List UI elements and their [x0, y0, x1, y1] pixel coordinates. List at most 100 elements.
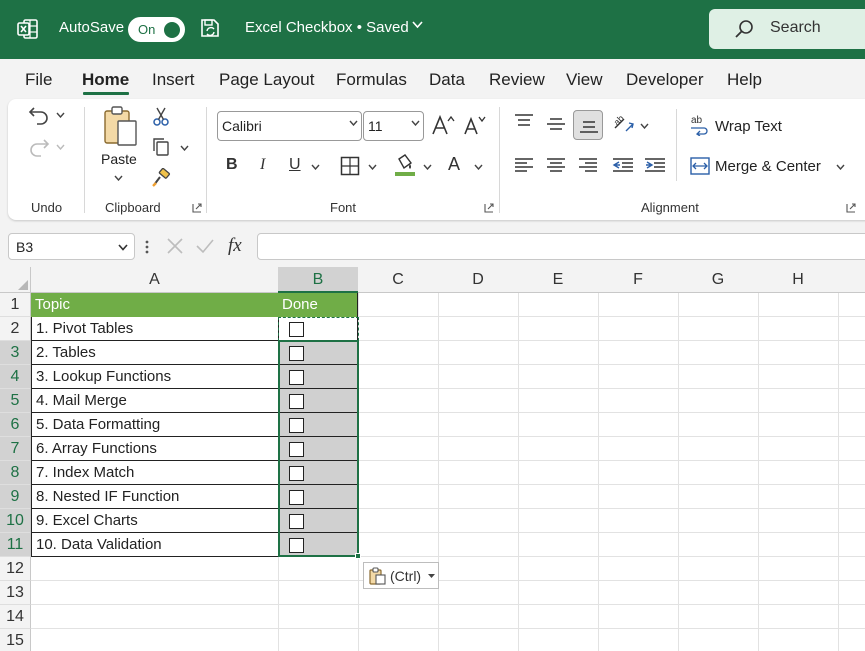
align-left-icon[interactable] — [514, 157, 534, 173]
italic-button[interactable]: I — [260, 156, 265, 174]
topic-cell[interactable]: 9. Excel Charts — [31, 509, 279, 533]
name-box[interactable]: B3 — [8, 233, 135, 260]
row-header[interactable]: 10 — [0, 509, 31, 533]
column-header-b[interactable]: B — [278, 267, 359, 293]
insert-function-button[interactable]: fx — [228, 235, 242, 257]
undo-icon[interactable] — [28, 105, 50, 125]
cut-icon[interactable] — [152, 107, 170, 127]
column-header-g[interactable]: G — [678, 267, 759, 293]
tab-data[interactable]: Data — [429, 70, 465, 90]
font-color-button[interactable]: A — [448, 154, 460, 175]
paste-label[interactable]: Paste — [101, 151, 137, 167]
topic-cell[interactable]: 5. Data Formatting — [31, 413, 279, 437]
column-header-h[interactable]: H — [758, 267, 839, 293]
redo-dropdown-chevron-icon[interactable] — [56, 144, 65, 150]
decrease-indent-icon[interactable] — [612, 157, 634, 173]
column-header-c[interactable]: C — [358, 267, 439, 293]
cancel-entry-icon[interactable] — [166, 237, 184, 255]
decrease-font-size-icon[interactable] — [463, 114, 487, 136]
topic-cell[interactable]: 3. Lookup Functions — [31, 365, 279, 389]
increase-font-size-icon[interactable] — [431, 114, 455, 136]
copy-icon[interactable] — [151, 137, 171, 157]
tab-home[interactable]: Home — [82, 70, 129, 90]
paste-dropdown-chevron-icon[interactable] — [114, 175, 123, 181]
row-header[interactable]: 13 — [0, 581, 31, 605]
tab-page-layout[interactable]: Page Layout — [219, 70, 314, 90]
underline-dropdown-chevron-icon[interactable] — [311, 164, 320, 170]
row-header[interactable]: 5 — [0, 389, 31, 413]
tab-formulas[interactable]: Formulas — [336, 70, 407, 90]
column-header-f[interactable]: F — [598, 267, 679, 293]
tab-insert[interactable]: Insert — [152, 70, 195, 90]
middle-align-icon[interactable] — [546, 117, 566, 133]
topic-cell[interactable]: 7. Index Match — [31, 461, 279, 485]
font-name-select[interactable]: Calibri — [217, 111, 362, 141]
merge-dropdown-chevron-icon[interactable] — [836, 164, 845, 170]
redo-icon[interactable] — [28, 137, 50, 157]
clipboard-dialog-launcher-icon[interactable] — [192, 203, 202, 213]
fill-color-icon[interactable] — [394, 153, 416, 177]
font-size-select[interactable]: 11 — [363, 111, 424, 141]
row-header[interactable]: 2 — [0, 317, 31, 341]
row-header[interactable]: 8 — [0, 461, 31, 485]
column-header-a[interactable]: A — [31, 267, 279, 293]
align-right-icon[interactable] — [578, 157, 598, 173]
chevron-down-icon[interactable] — [118, 244, 128, 251]
alignment-dialog-launcher-icon[interactable] — [846, 203, 856, 213]
topic-cell[interactable]: 4. Mail Merge — [31, 389, 279, 413]
row-header[interactable]: 4 — [0, 365, 31, 389]
row-header[interactable]: 9 — [0, 485, 31, 509]
table-header-topic[interactable]: Topic — [31, 293, 279, 317]
search-box[interactable]: Search — [709, 9, 865, 49]
select-all-button[interactable] — [0, 267, 31, 293]
row-header[interactable]: 7 — [0, 437, 31, 461]
save-sync-icon[interactable] — [199, 17, 221, 39]
column-header-d[interactable]: D — [438, 267, 519, 293]
tab-help[interactable]: Help — [727, 70, 762, 90]
confirm-entry-icon[interactable] — [195, 237, 215, 255]
merge-center-icon[interactable] — [690, 157, 710, 175]
chevron-down-icon[interactable] — [412, 21, 423, 29]
borders-icon[interactable] — [340, 156, 360, 176]
row-header[interactable]: 12 — [0, 557, 31, 581]
tab-view[interactable]: View — [566, 70, 603, 90]
topic-cell[interactable]: 6. Array Functions — [31, 437, 279, 461]
increase-indent-icon[interactable] — [644, 157, 666, 173]
row-header[interactable]: 11 — [0, 533, 31, 557]
formula-input[interactable] — [257, 233, 865, 260]
wrap-text-button[interactable]: Wrap Text — [715, 118, 782, 135]
fill-color-dropdown-chevron-icon[interactable] — [423, 164, 432, 170]
topic-cell[interactable]: 1. Pivot Tables — [31, 317, 279, 341]
fill-handle[interactable] — [355, 553, 361, 559]
row-header[interactable]: 15 — [0, 629, 31, 651]
topic-cell[interactable]: 2. Tables — [31, 341, 279, 365]
search-input[interactable]: Search — [770, 19, 821, 37]
document-title[interactable]: Excel Checkbox • Saved — [245, 19, 409, 36]
format-painter-icon[interactable] — [151, 168, 171, 188]
topic-cell[interactable]: 10. Data Validation — [31, 533, 279, 557]
tab-developer[interactable]: Developer — [626, 70, 704, 90]
row-header[interactable]: 14 — [0, 605, 31, 629]
wrap-text-icon[interactable]: ab — [690, 114, 710, 136]
table-header-done[interactable]: Done — [278, 293, 358, 317]
paste-options-button[interactable]: (Ctrl) — [363, 562, 439, 589]
paste-icon[interactable] — [102, 105, 140, 149]
underline-button[interactable]: U — [289, 156, 301, 174]
font-dialog-launcher-icon[interactable] — [484, 203, 494, 213]
bottom-align-button[interactable] — [573, 110, 603, 140]
font-color-dropdown-chevron-icon[interactable] — [474, 164, 483, 170]
orientation-icon[interactable]: ab — [612, 113, 636, 135]
tab-file[interactable]: File — [25, 70, 52, 90]
row-header[interactable]: 3 — [0, 341, 31, 365]
merge-center-button[interactable]: Merge & Center — [715, 158, 821, 175]
tab-review[interactable]: Review — [489, 70, 545, 90]
more-options-icon[interactable] — [144, 238, 150, 256]
column-header-e[interactable]: E — [518, 267, 599, 293]
align-center-icon[interactable] — [546, 157, 566, 173]
copy-dropdown-chevron-icon[interactable] — [180, 145, 189, 151]
autosave-toggle[interactable]: On — [128, 17, 185, 42]
borders-dropdown-chevron-icon[interactable] — [368, 164, 377, 170]
topic-cell[interactable]: 8. Nested IF Function — [31, 485, 279, 509]
top-align-icon[interactable] — [514, 113, 534, 129]
row-header[interactable]: 1 — [0, 293, 31, 317]
